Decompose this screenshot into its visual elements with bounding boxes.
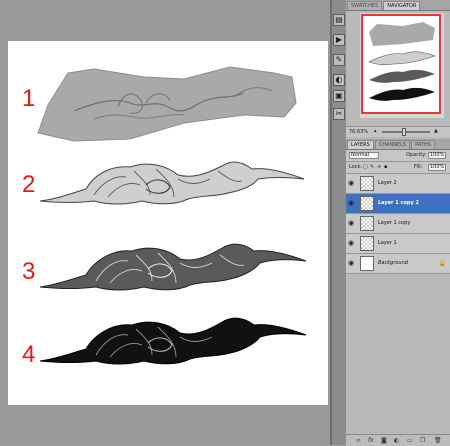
trash-icon[interactable]: 🗑 [434, 437, 442, 444]
navigator-zoom-row: 76.63% ▴ ▲ [346, 126, 450, 137]
brush-icon[interactable]: ✎ [333, 54, 345, 66]
visibility-eye-icon[interactable]: ◉ [348, 260, 354, 267]
layer-name: Layer 1 copy [378, 220, 411, 226]
actions-icon[interactable]: ▶ [333, 34, 345, 46]
layer-thumbnail [360, 216, 374, 231]
layers-tabbar: LAYERS CHANNELS PATHS [346, 139, 450, 150]
link-icon[interactable]: ∞ [356, 437, 361, 444]
opacity-field[interactable]: 100% [428, 152, 446, 159]
mask-icon[interactable]: ◙ [381, 437, 387, 444]
tab-swatches[interactable]: SWATCHES [347, 1, 383, 10]
sketch-step-1 [37, 66, 297, 142]
zoom-slider-thumb[interactable] [402, 128, 406, 136]
tab-paths[interactable]: PATHS [411, 140, 435, 149]
layer-name: Layer 2 [378, 180, 397, 186]
blend-mode-select[interactable]: Normal [349, 152, 379, 159]
sketch-step-3 [39, 243, 307, 291]
layer-row-layer-1[interactable]: ◉ Layer 1 [346, 234, 450, 254]
styles-icon[interactable]: ▣ [333, 90, 345, 102]
adjustment-icon[interactable]: ◐ [394, 437, 399, 444]
canvas-area[interactable]: 1 2 3 4 [0, 0, 330, 445]
visibility-eye-icon[interactable]: ◉ [348, 180, 354, 187]
visibility-eye-icon[interactable]: ◉ [348, 240, 354, 247]
layer-name: Background [378, 260, 408, 266]
tool-presets-icon[interactable]: ✂ [333, 108, 345, 120]
layer-thumbnail [360, 176, 374, 191]
fill-field[interactable]: 100% [428, 164, 446, 171]
layer-row-layer-1-copy-2[interactable]: ◉ Layer 1 copy 2 [346, 194, 450, 214]
navigator-view-box[interactable] [361, 14, 441, 114]
opacity-label: Opacity: [406, 152, 427, 158]
layers-bottom-bar: ∞ fx ◙ ◐ ▭ ❐ 🗑 [346, 434, 450, 446]
layer-thumbnail [360, 196, 374, 211]
step-number-2: 2 [22, 171, 36, 198]
lock-options-row: Lock: ▢ ✎ ✛ ▪ Fill: 100% [346, 162, 450, 174]
panel-icon-strip: ▤ ▶ ✎ ◐ ▣ ✂ [332, 0, 347, 445]
new-layer-icon[interactable]: ❐ [420, 437, 425, 444]
fill-label: Fill: [414, 164, 423, 170]
layer-thumbnail [360, 236, 374, 251]
layer-row-background[interactable]: ◉ Background 🔒 [346, 254, 450, 274]
color-icon[interactable]: ◐ [333, 74, 345, 86]
zoom-in-icon[interactable]: ▲ [434, 126, 438, 136]
step-number-3: 3 [22, 258, 36, 285]
layer-row-layer-1-copy[interactable]: ◉ Layer 1 copy [346, 214, 450, 234]
lock-pixels-icon[interactable]: ✎ [370, 162, 374, 173]
lock-transparency-icon[interactable]: ▢ [363, 162, 368, 173]
lock-icon: 🔒 [438, 260, 446, 267]
layer-thumbnail [360, 256, 374, 271]
tab-layers[interactable]: LAYERS [347, 140, 374, 149]
history-icon[interactable]: ▤ [333, 14, 345, 26]
document-canvas[interactable]: 1 2 3 4 [8, 41, 328, 405]
navigator-tabbar: SWATCHES NAVIGATOR [346, 0, 450, 11]
zoom-percentage[interactable]: 76.63% [349, 127, 368, 137]
lock-label: Lock: [349, 164, 363, 170]
folder-icon[interactable]: ▭ [407, 437, 413, 444]
blend-options-row: Normal Opacity: 100% [346, 150, 450, 162]
visibility-eye-icon[interactable]: ◉ [348, 220, 354, 227]
tab-navigator[interactable]: NAVIGATOR [383, 1, 421, 10]
fx-icon[interactable]: fx [368, 437, 374, 444]
sketch-step-4 [39, 317, 307, 365]
lock-all-icon[interactable]: ▪ [384, 162, 387, 173]
right-panel: SWATCHES NAVIGATOR 76.63% ▴ ▲ LAYERS CHA… [346, 0, 450, 446]
layer-name: Layer 1 copy 2 [378, 200, 419, 206]
navigator-thumbnail [368, 22, 436, 101]
visibility-eye-icon[interactable]: ◉ [348, 200, 354, 207]
zoom-slider[interactable] [382, 128, 430, 136]
sketch-step-2 [39, 161, 305, 205]
layer-row-layer-2[interactable]: ◉ Layer 2 [346, 174, 450, 194]
tab-channels[interactable]: CHANNELS [374, 140, 411, 149]
zoom-out-icon[interactable]: ▴ [374, 126, 377, 136]
step-number-4: 4 [22, 341, 36, 368]
lock-position-icon[interactable]: ✛ [377, 162, 381, 173]
layer-name: Layer 1 [378, 240, 397, 246]
